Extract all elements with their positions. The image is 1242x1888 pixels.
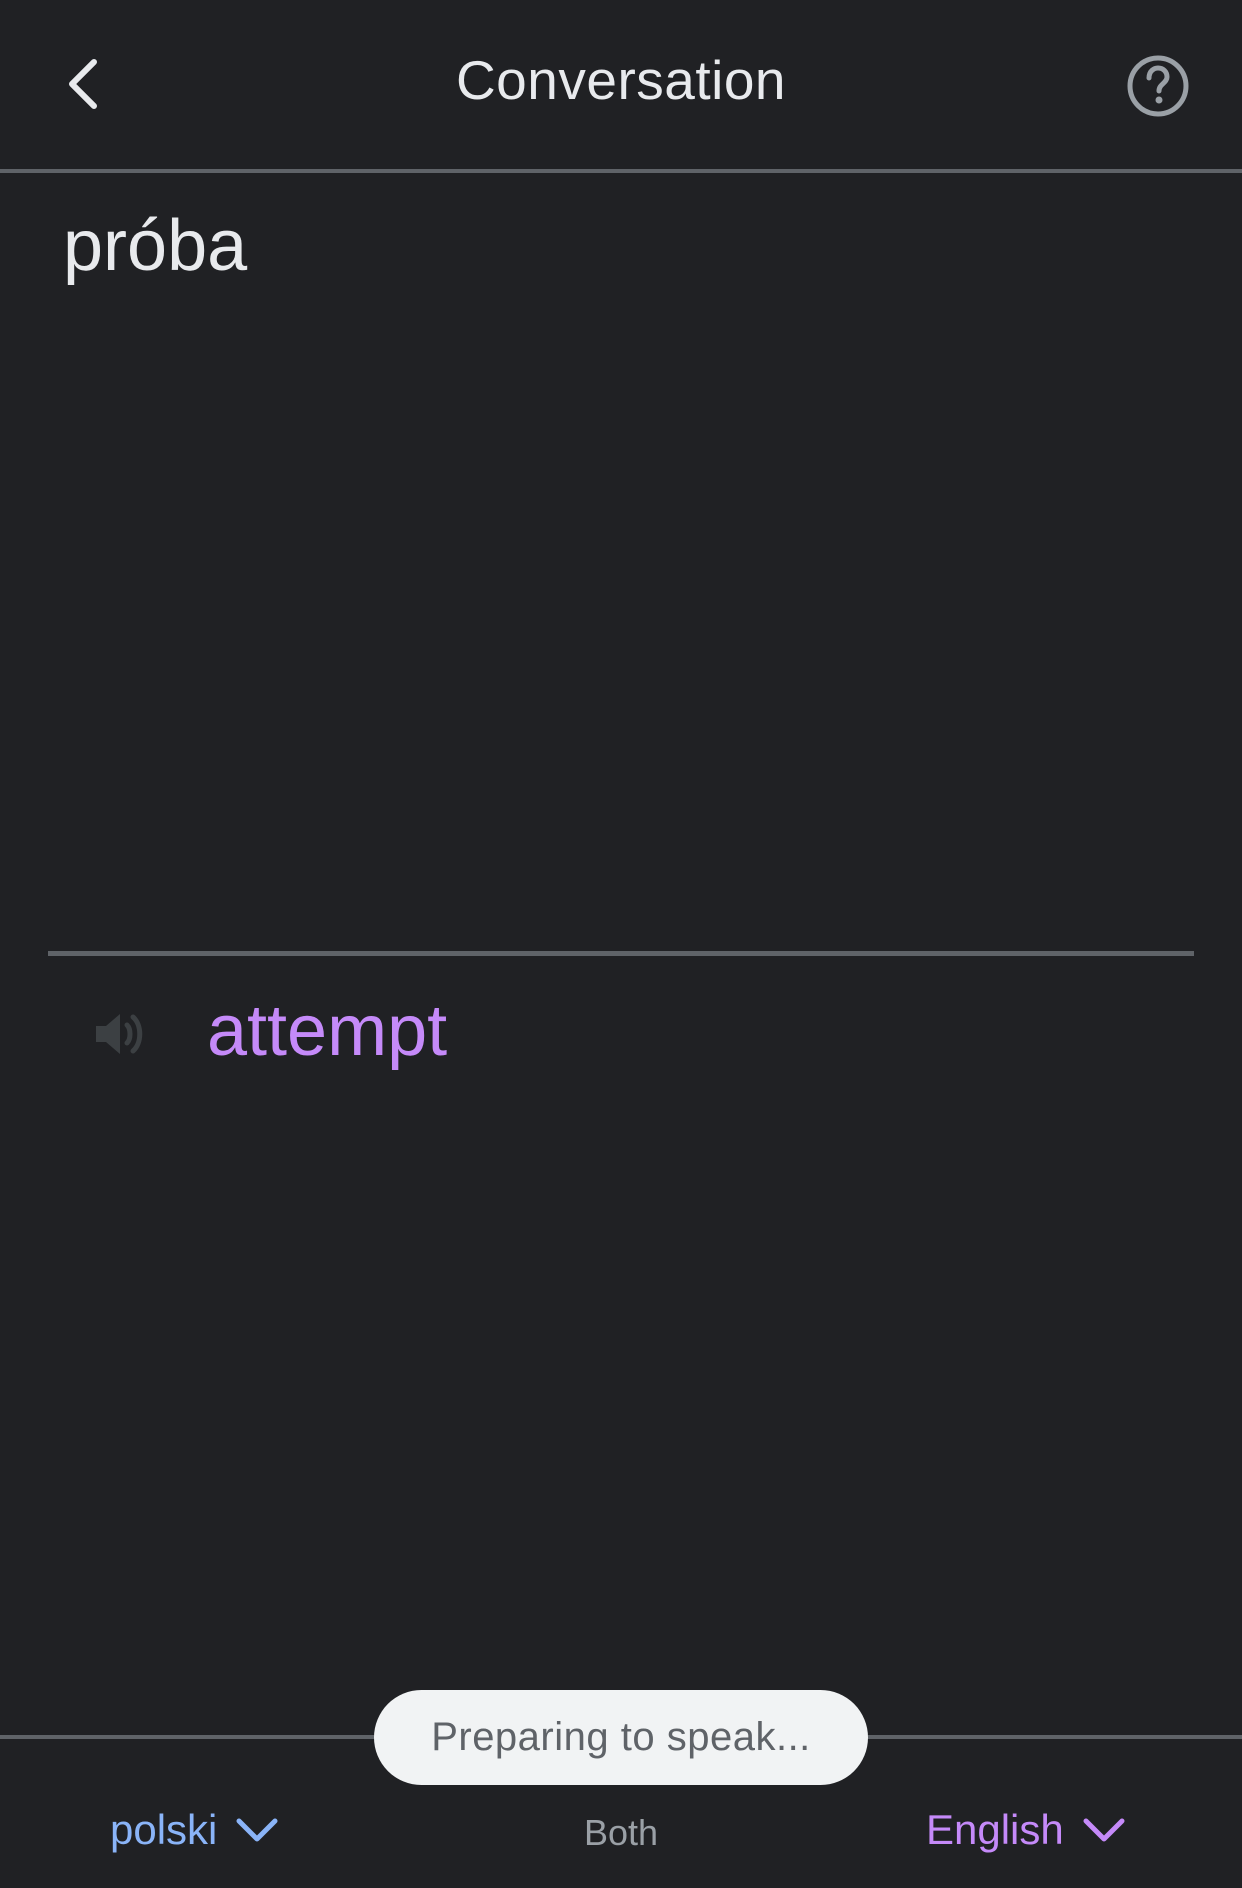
speaker-icon [96,1014,143,1054]
source-text: próba [63,206,248,286]
target-language-label: English [926,1806,1064,1853]
source-panel[interactable]: próba [0,173,1242,953]
translation-text: attempt [207,991,448,1071]
source-language-label: polski [110,1806,218,1853]
target-language-selector[interactable]: English [926,1800,1126,1860]
speak-translation-button[interactable] [84,998,156,1070]
status-toast: Preparing to speak... [374,1690,868,1785]
conversation-screen: Conversation próba attempt Preparing to … [0,0,1242,1888]
help-circle-icon [1127,55,1189,117]
translation-panel[interactable]: attempt [0,956,1242,1736]
source-language-selector[interactable]: polski [110,1800,279,1860]
chevron-down-icon [1082,1815,1126,1845]
chevron-down-icon [235,1815,279,1845]
help-button[interactable] [1122,50,1194,122]
top-app-bar: Conversation [0,0,1242,170]
page-title: Conversation [455,49,787,111]
both-mode-button[interactable]: Both [540,1812,702,1854]
